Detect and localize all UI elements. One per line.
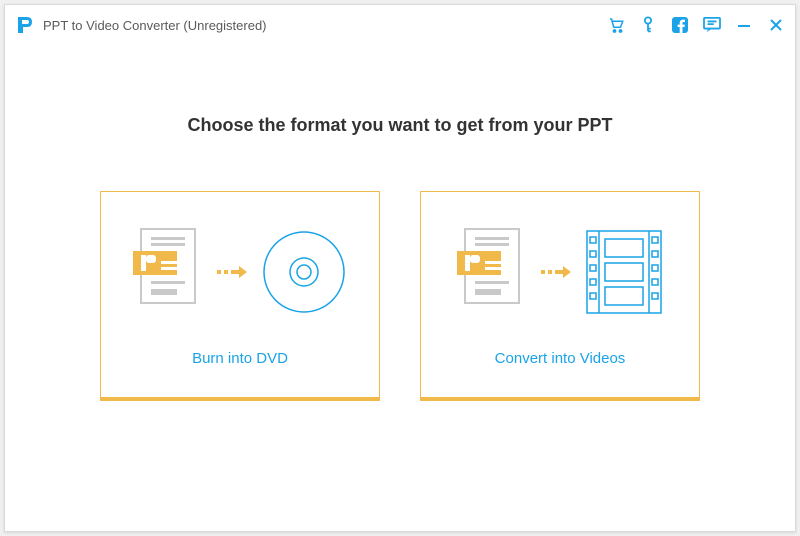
option-burn-dvd[interactable]: Burn into DVD — [100, 191, 380, 401]
ppt-document-icon — [457, 227, 527, 317]
facebook-icon[interactable] — [671, 16, 689, 34]
dvd-disc-icon — [261, 229, 347, 315]
close-button[interactable] — [767, 16, 785, 34]
main-content: Choose the format you want to get from y… — [5, 45, 795, 531]
key-icon[interactable] — [639, 16, 657, 34]
titlebar: PPT to Video Converter (Unregistered) — [5, 5, 795, 45]
feedback-icon[interactable] — [703, 16, 721, 34]
arrow-right-icon — [541, 265, 571, 279]
ppt-document-icon — [133, 227, 203, 317]
titlebar-actions — [607, 16, 785, 34]
film-strip-icon — [585, 229, 663, 315]
option-dvd-label: Burn into DVD — [192, 350, 288, 367]
option-cards: Burn into DVD — [100, 191, 700, 401]
minimize-button[interactable] — [735, 16, 753, 34]
option-convert-video[interactable]: Convert into Videos — [420, 191, 700, 401]
page-heading: Choose the format you want to get from y… — [187, 115, 612, 136]
video-graphic — [421, 212, 699, 332]
dvd-graphic — [101, 212, 379, 332]
option-video-label: Convert into Videos — [495, 350, 626, 367]
cart-icon[interactable] — [607, 16, 625, 34]
app-logo-icon — [15, 15, 35, 35]
app-window: PPT to Video Converter (Unregistered) — [4, 4, 796, 532]
window-title: PPT to Video Converter (Unregistered) — [43, 18, 267, 33]
arrow-right-icon — [217, 265, 247, 279]
